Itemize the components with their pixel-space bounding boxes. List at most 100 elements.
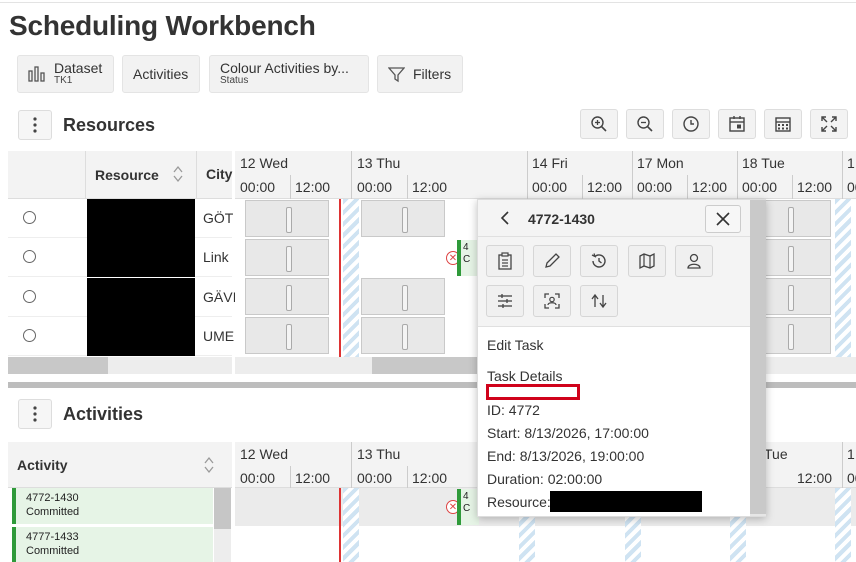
scrollbar-thumb[interactable] xyxy=(750,200,766,514)
person-icon xyxy=(687,253,701,269)
activities-button[interactable]: Activities xyxy=(122,55,200,93)
time-label: 12:00 xyxy=(797,470,833,486)
dataset-button[interactable]: Dataset TK1 xyxy=(17,55,114,93)
task-chip[interactable]: 4 C xyxy=(457,240,479,276)
availability-block[interactable] xyxy=(245,200,329,237)
month-view-button[interactable] xyxy=(764,109,802,139)
now-button[interactable] xyxy=(672,109,710,139)
resource-column-header[interactable]: Resource xyxy=(85,151,197,199)
time-separator xyxy=(792,175,793,199)
time-label: 00:00 xyxy=(637,179,673,195)
activities-title: Activities xyxy=(63,404,144,424)
chevron-left-icon xyxy=(500,211,509,225)
page-title: Scheduling Workbench xyxy=(9,10,316,41)
clipboard-icon xyxy=(498,252,512,270)
time-label: 00:00 xyxy=(847,470,856,486)
activity-row[interactable]: 4777-1433 Committed xyxy=(12,527,213,562)
time-label: 00:00 xyxy=(357,179,393,195)
resource-grid-scrollbar[interactable] xyxy=(8,357,232,374)
redacted-resource-name xyxy=(87,317,195,356)
availability-block[interactable] xyxy=(245,317,329,354)
resource-row[interactable]: Link xyxy=(8,238,232,277)
activities-menu-button[interactable] xyxy=(18,399,52,429)
time-label: 12:00 xyxy=(692,179,728,195)
day-label: 1 xyxy=(847,446,855,462)
back-button[interactable] xyxy=(493,206,517,230)
task-chip-status: C xyxy=(463,503,471,514)
time-separator xyxy=(407,175,408,199)
city-column-header[interactable]: City xyxy=(206,166,232,182)
day-separator xyxy=(737,151,738,199)
zoom-in-button[interactable] xyxy=(580,109,618,139)
edit-task-link[interactable]: Edit Task xyxy=(487,337,544,353)
activity-column-header[interactable]: Activity xyxy=(17,457,68,473)
settings-sliders-button[interactable] xyxy=(486,285,524,317)
scrollbar-thumb[interactable] xyxy=(214,488,231,529)
activity-grid-scrollbar[interactable] xyxy=(214,488,231,562)
row-radio[interactable] xyxy=(23,329,36,342)
row-radio[interactable] xyxy=(23,250,36,263)
colour-value: Status xyxy=(220,75,249,87)
redacted-resource-name xyxy=(87,278,195,317)
person-button[interactable] xyxy=(675,245,713,277)
day-view-button[interactable] xyxy=(718,109,756,139)
day-separator xyxy=(527,151,528,199)
availability-block[interactable] xyxy=(245,278,329,315)
day-label: 12 Wed xyxy=(240,155,288,171)
availability-block[interactable] xyxy=(361,317,445,354)
task-details-heading: Task Details xyxy=(487,368,563,384)
task-start: Start: 8/13/2026, 17:00:00 xyxy=(487,425,649,441)
map-button[interactable] xyxy=(628,245,666,277)
fit-screen-icon xyxy=(821,116,837,132)
row-radio[interactable] xyxy=(23,290,36,303)
row-radio[interactable] xyxy=(23,211,36,224)
activity-row[interactable]: 4772-1430 Committed xyxy=(12,488,213,524)
availability-block[interactable] xyxy=(361,278,445,315)
time-label: 00:00 xyxy=(847,179,856,195)
redacted-resource-name xyxy=(87,199,195,238)
edit-button[interactable] xyxy=(533,245,571,277)
zoom-out-button[interactable] xyxy=(626,109,664,139)
resource-city: GÖT xyxy=(203,210,234,226)
day-label: 13 Thu xyxy=(357,446,401,462)
task-details-button[interactable] xyxy=(486,245,524,277)
time-label: 00:00 xyxy=(532,179,568,195)
time-label: 12:00 xyxy=(412,470,448,486)
availability-block[interactable] xyxy=(361,200,445,237)
resources-menu-button[interactable] xyxy=(18,110,52,140)
task-chip[interactable]: 4 C xyxy=(457,489,479,525)
history-button[interactable] xyxy=(580,245,618,277)
non-working-stripe xyxy=(835,488,851,562)
bar-chart-icon xyxy=(28,66,45,82)
day-label: 17 Mon xyxy=(637,155,684,171)
close-button[interactable] xyxy=(705,205,741,233)
fit-view-button[interactable] xyxy=(810,109,848,139)
filters-button[interactable]: Filters xyxy=(377,55,463,93)
time-label: 00:00 xyxy=(357,470,393,486)
calendar-day-icon xyxy=(729,116,745,132)
popup-scrollbar[interactable] xyxy=(750,200,766,516)
day-separator xyxy=(351,151,352,199)
colour-activities-button[interactable]: Colour Activities by... Status xyxy=(209,55,369,93)
kebab-icon xyxy=(33,117,37,133)
focus-button[interactable] xyxy=(533,285,571,317)
scrollbar-thumb[interactable] xyxy=(372,357,492,374)
availability-block[interactable] xyxy=(245,239,329,276)
redacted-resource-name xyxy=(87,238,195,277)
time-label: 00:00 xyxy=(742,179,778,195)
resource-row[interactable]: GÖT xyxy=(8,199,234,238)
time-separator xyxy=(687,175,688,199)
resource-city: Link xyxy=(203,249,229,265)
popup-header: 4772-1430 xyxy=(478,200,750,237)
calendar-month-icon xyxy=(775,117,791,132)
resource-row[interactable]: GÄVI xyxy=(8,278,236,317)
task-end: End: 8/13/2026, 19:00:00 xyxy=(487,448,645,464)
task-resource-label: Resource: xyxy=(487,494,551,510)
dataset-value: TK1 xyxy=(54,75,73,87)
scrollbar-thumb[interactable] xyxy=(8,357,108,374)
swap-button[interactable] xyxy=(580,285,618,317)
resource-row[interactable]: UME xyxy=(8,317,234,356)
map-icon xyxy=(639,252,655,270)
activity-status: Committed xyxy=(26,545,80,557)
dataset-label: Dataset xyxy=(54,60,103,77)
